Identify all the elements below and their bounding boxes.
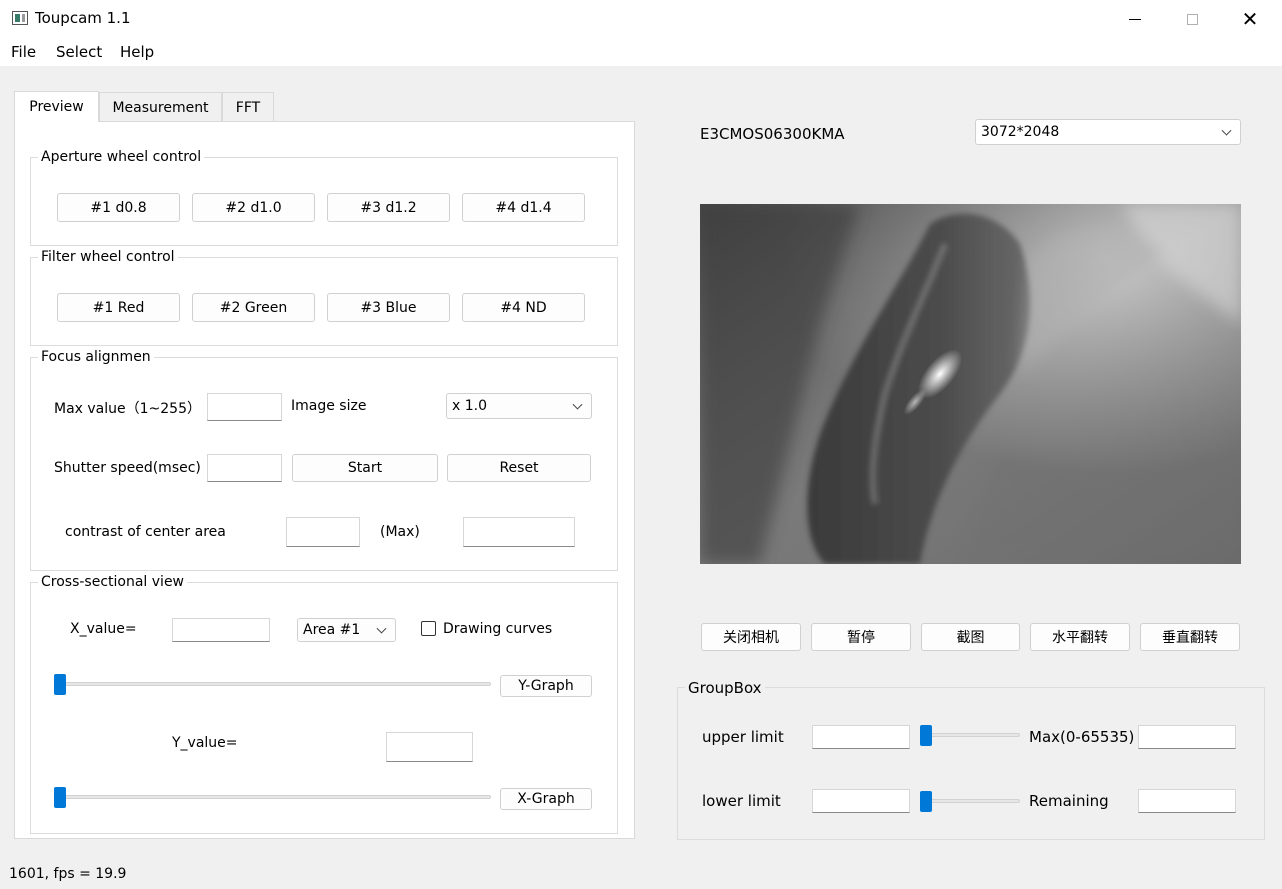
filter-group-title: Filter wheel control	[38, 249, 178, 265]
minimize-button[interactable]	[1107, 0, 1163, 38]
upper-limit-slider-handle[interactable]	[920, 725, 932, 746]
upper-limit-input[interactable]	[812, 725, 910, 749]
reset-button[interactable]: Reset	[447, 454, 591, 482]
resolution-value: 3072*2048	[981, 124, 1060, 140]
maximize-button[interactable]	[1164, 0, 1220, 38]
y-value-input[interactable]	[386, 732, 473, 762]
upper-limit-label: upper limit	[702, 728, 784, 746]
aperture-button-2[interactable]: #2 d1.0	[192, 193, 315, 222]
contrast-label: contrast of center area	[65, 524, 226, 540]
lower-limit-input[interactable]	[812, 789, 910, 813]
pause-button[interactable]: 暂停	[811, 623, 911, 651]
contrast-max-label: (Max)	[380, 524, 420, 540]
remaining-input[interactable]	[1138, 789, 1236, 813]
filter-button-red[interactable]: #1 Red	[57, 293, 180, 322]
image-size-value: x 1.0	[452, 398, 487, 414]
menu-select[interactable]: Select	[56, 43, 102, 61]
drawing-curves-label: Drawing curves	[443, 621, 553, 637]
start-button[interactable]: Start	[292, 454, 438, 482]
y-slider-handle[interactable]	[54, 674, 66, 695]
x-slider-track[interactable]	[55, 795, 491, 799]
area-select-value: Area #1	[303, 622, 361, 638]
shutter-speed-input[interactable]	[207, 454, 282, 482]
aperture-button-1[interactable]: #1 d0.8	[57, 193, 180, 222]
close-button[interactable]: ✕	[1222, 0, 1278, 38]
aperture-group-title: Aperture wheel control	[38, 149, 205, 165]
focus-group-title: Focus alignmen	[38, 349, 154, 365]
contrast-input[interactable]	[286, 517, 360, 547]
filter-button-green[interactable]: #2 Green	[192, 293, 315, 322]
tab-preview[interactable]: Preview	[14, 91, 99, 122]
x-value-input[interactable]	[172, 618, 270, 642]
shutter-speed-label: Shutter speed(msec)	[54, 460, 201, 476]
title-bar: Toupcam 1.1 ✕	[0, 0, 1282, 38]
image-size-label: Image size	[291, 398, 367, 414]
chevron-down-icon	[1221, 125, 1232, 136]
menu-bar: File Select Help	[0, 38, 1282, 66]
contrast-max-input[interactable]	[463, 517, 575, 547]
x-value-label: X_value=	[70, 621, 137, 637]
tab-fft[interactable]: FFT	[222, 92, 274, 122]
chevron-down-icon	[572, 399, 583, 410]
camera-preview-image[interactable]	[700, 204, 1241, 564]
status-text: 1601, fps = 19.9	[9, 866, 127, 882]
menu-help[interactable]: Help	[120, 43, 154, 61]
area-select[interactable]: Area #1	[297, 618, 396, 642]
snapshot-button[interactable]: 截图	[921, 623, 1020, 651]
tab-measurement[interactable]: Measurement	[99, 92, 222, 122]
vertical-flip-button[interactable]: 垂直翻转	[1140, 623, 1240, 651]
x-graph-button[interactable]: X-Graph	[500, 788, 592, 810]
app-icon	[12, 11, 28, 25]
x-slider-handle[interactable]	[54, 787, 66, 808]
limits-group-title: GroupBox	[685, 679, 765, 697]
filter-button-nd[interactable]: #4 ND	[462, 293, 585, 322]
maximize-icon	[1186, 13, 1198, 25]
close-icon: ✕	[1241, 7, 1259, 31]
upper-limit-slider-track[interactable]	[921, 733, 1020, 737]
remaining-label: Remaining	[1029, 792, 1109, 810]
max-value-label: Max value（1~255）	[54, 401, 201, 417]
drawing-curves-checkbox[interactable]	[421, 621, 436, 636]
max-value-input[interactable]	[207, 393, 282, 421]
menu-file[interactable]: File	[11, 43, 36, 61]
lower-limit-slider-handle[interactable]	[920, 791, 932, 812]
aperture-button-4[interactable]: #4 d1.4	[462, 193, 585, 222]
resolution-select[interactable]: 3072*2048	[975, 119, 1241, 145]
camera-model-label: E3CMOS06300KMA	[700, 125, 845, 143]
chevron-down-icon	[376, 623, 387, 634]
window-title: Toupcam 1.1	[35, 9, 131, 27]
filter-button-blue[interactable]: #3 Blue	[327, 293, 450, 322]
y-graph-button[interactable]: Y-Graph	[500, 675, 592, 697]
max-range-input[interactable]	[1138, 725, 1236, 749]
y-slider-track[interactable]	[55, 682, 491, 686]
image-size-select[interactable]: x 1.0	[446, 393, 592, 419]
lower-limit-slider-track[interactable]	[921, 799, 1020, 803]
lower-limit-label: lower limit	[702, 792, 781, 810]
limits-group	[677, 687, 1265, 840]
max-range-label: Max(0-65535)	[1029, 728, 1135, 746]
y-value-label: Y_value=	[172, 735, 238, 751]
cross-section-group-title: Cross-sectional view	[38, 574, 188, 590]
minimize-icon	[1129, 18, 1141, 20]
horizontal-flip-button[interactable]: 水平翻转	[1030, 623, 1130, 651]
aperture-button-3[interactable]: #3 d1.2	[327, 193, 450, 222]
close-camera-button[interactable]: 关闭相机	[701, 623, 801, 651]
